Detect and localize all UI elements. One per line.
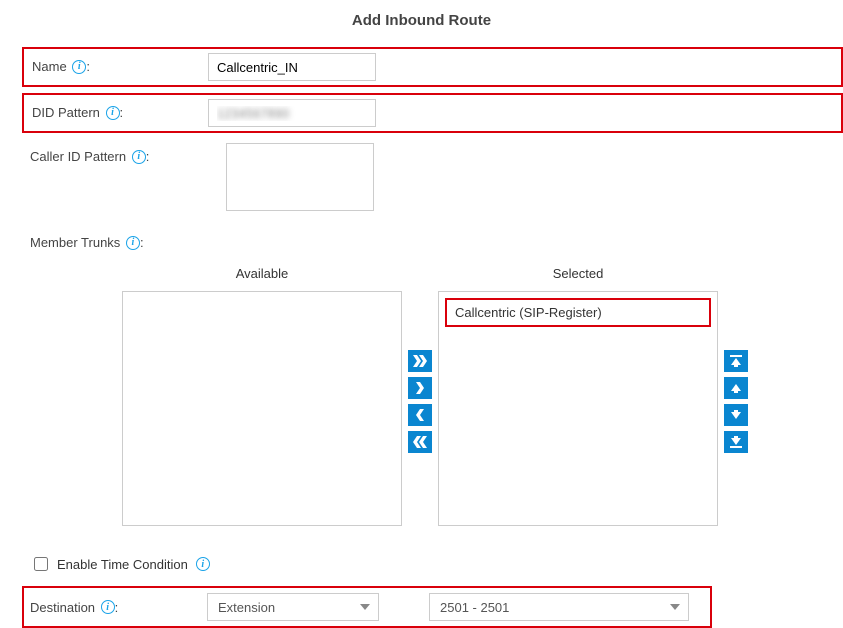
destination-row: Destination i: Extension 2501 - 2501	[22, 586, 712, 628]
available-list[interactable]	[122, 291, 402, 526]
destination-type-value: Extension	[218, 600, 275, 615]
time-condition-label: Enable Time Condition	[57, 557, 188, 572]
chevron-down-icon	[670, 604, 680, 610]
destination-target-select[interactable]: 2501 - 2501	[429, 593, 689, 621]
move-up-button[interactable]	[724, 377, 748, 399]
time-condition-checkbox[interactable]	[34, 557, 48, 571]
info-icon[interactable]: i	[132, 150, 146, 164]
destination-target-value: 2501 - 2501	[440, 600, 509, 615]
move-top-button[interactable]	[724, 350, 748, 372]
destination-type-select[interactable]: Extension	[207, 593, 379, 621]
destination-label: Destination i:	[30, 600, 207, 615]
info-icon[interactable]: i	[72, 60, 86, 74]
member-trunks-label: Member Trunks i:	[22, 221, 843, 260]
move-buttons	[402, 260, 438, 453]
page-title: Add Inbound Route	[0, 0, 843, 47]
name-label-text: Name	[32, 59, 67, 74]
list-item[interactable]: Callcentric (SIP-Register)	[445, 298, 711, 327]
caller-id-row: Caller ID Pattern i:	[22, 139, 843, 215]
time-condition-row: Enable Time Condition i	[22, 546, 843, 586]
dual-list: Available Selected Callcentric (SIP-Regi…	[122, 260, 843, 526]
caller-id-input[interactable]	[226, 143, 374, 211]
name-row: Name i:	[22, 47, 843, 87]
move-down-button[interactable]	[724, 404, 748, 426]
info-icon[interactable]: i	[101, 600, 115, 614]
caller-id-label: Caller ID Pattern i:	[22, 139, 202, 174]
info-icon[interactable]: i	[196, 557, 210, 571]
did-input[interactable]	[208, 99, 376, 127]
available-header: Available	[236, 260, 289, 291]
did-row: DID Pattern i:	[22, 93, 843, 133]
name-input[interactable]	[208, 53, 376, 81]
move-all-right-button[interactable]	[408, 350, 432, 372]
chevron-down-icon	[360, 604, 370, 610]
move-right-button[interactable]	[408, 377, 432, 399]
info-icon[interactable]: i	[126, 236, 140, 250]
member-trunks-label-text: Member Trunks	[30, 235, 120, 250]
did-label-text: DID Pattern	[32, 105, 100, 120]
move-bottom-button[interactable]	[724, 431, 748, 453]
did-label: DID Pattern i:	[24, 95, 204, 130]
name-label: Name i:	[24, 49, 204, 84]
info-icon[interactable]: i	[106, 106, 120, 120]
caller-id-label-text: Caller ID Pattern	[30, 149, 126, 164]
move-left-button[interactable]	[408, 404, 432, 426]
available-column: Available	[122, 260, 402, 526]
move-all-left-button[interactable]	[408, 431, 432, 453]
sort-buttons	[718, 260, 748, 453]
selected-list[interactable]: Callcentric (SIP-Register)	[438, 291, 718, 526]
destination-label-text: Destination	[30, 600, 95, 615]
selected-header: Selected	[553, 260, 604, 291]
selected-column: Selected Callcentric (SIP-Register)	[438, 260, 718, 526]
